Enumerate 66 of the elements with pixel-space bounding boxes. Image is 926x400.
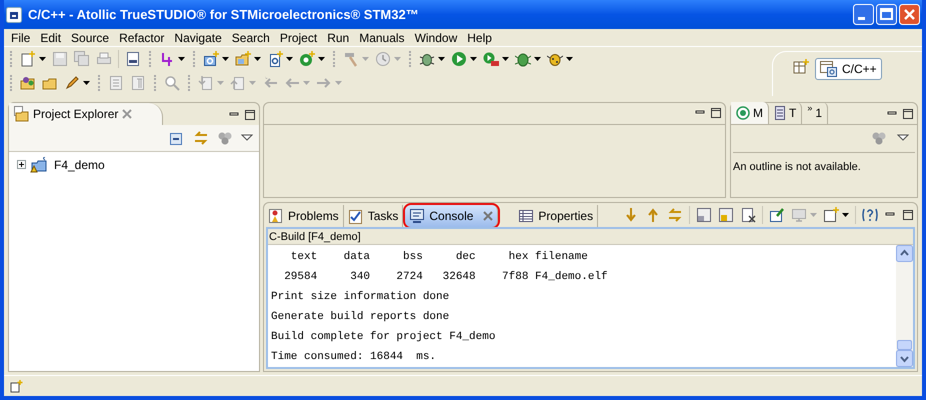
scrollbar-thumb[interactable] bbox=[897, 340, 912, 350]
menu-item[interactable]: Project bbox=[274, 29, 322, 46]
help-icon[interactable] bbox=[862, 206, 878, 223]
caret-icon[interactable] bbox=[842, 212, 849, 217]
caret-icon[interactable] bbox=[286, 57, 293, 62]
view-menu-icon[interactable] bbox=[897, 133, 909, 144]
play-icon[interactable] bbox=[451, 51, 467, 68]
menu-item[interactable]: Source bbox=[66, 29, 114, 46]
caret-icon[interactable] bbox=[254, 57, 261, 62]
bug-icon[interactable] bbox=[515, 51, 531, 68]
caret-icon[interactable] bbox=[534, 57, 541, 62]
menu-item[interactable]: Manuals bbox=[354, 29, 410, 46]
panel-tab[interactable]: Console bbox=[405, 204, 498, 227]
bug-icon[interactable] bbox=[419, 51, 435, 68]
console-output: text data bss dec hex filename 29584 340 2724 32648 7f88 F4_demo.elf Print size information done Generate build reports done Build complete for project F4_demo Time consumed: 16844 ms. bbox=[270, 250, 609, 365]
maximize-icon[interactable] bbox=[244, 108, 256, 121]
close-icon[interactable] bbox=[122, 108, 132, 119]
outline-message: An outline is not available. bbox=[733, 160, 861, 173]
project-explorer-tab[interactable]: Project Explorer bbox=[9, 102, 164, 125]
caret-icon[interactable] bbox=[83, 81, 90, 86]
caret-icon[interactable] bbox=[39, 57, 46, 62]
menu-item[interactable]: Edit bbox=[35, 29, 66, 46]
maximize-icon[interactable] bbox=[710, 107, 722, 120]
outline-tab[interactable]: $^{»}$1 bbox=[802, 102, 828, 124]
minimize-icon[interactable] bbox=[853, 4, 874, 25]
window-title: C/C++ - Atollic TrueSTUDIO® for STMicroelectronics® STM32™ bbox=[28, 6, 420, 24]
scroll-down-icon[interactable] bbox=[896, 350, 913, 367]
monitor-icon bbox=[409, 208, 426, 224]
new-document-icon[interactable] bbox=[20, 51, 36, 68]
link-arrows-icon[interactable] bbox=[193, 130, 209, 146]
caret-icon[interactable] bbox=[178, 57, 185, 62]
menu-item[interactable]: Navigate bbox=[169, 29, 227, 46]
tree-item[interactable]: F4_demo bbox=[54, 156, 105, 174]
folder-icon bbox=[13, 106, 29, 122]
menu-item[interactable]: Run bbox=[322, 29, 354, 46]
caret-icon[interactable] bbox=[566, 57, 573, 62]
outline-tab[interactable]: T bbox=[769, 102, 802, 124]
panel-tab[interactable]: Problems bbox=[264, 204, 344, 227]
clipboard-check-icon bbox=[348, 208, 364, 224]
table-icon bbox=[518, 208, 534, 224]
document-icon bbox=[774, 104, 786, 121]
menu-item[interactable]: Window bbox=[410, 29, 462, 46]
caret-icon[interactable] bbox=[470, 57, 477, 62]
target-icon bbox=[736, 106, 750, 120]
app-icon bbox=[6, 6, 22, 22]
ladybug-icon[interactable] bbox=[547, 51, 563, 68]
menu-item[interactable]: Refactor bbox=[114, 29, 170, 46]
panel-tab[interactable]: Properties bbox=[514, 204, 598, 227]
maximize-icon[interactable] bbox=[902, 108, 914, 120]
menu-item[interactable]: Help bbox=[462, 29, 497, 46]
caret-icon[interactable] bbox=[222, 57, 229, 62]
caret-icon[interactable] bbox=[502, 57, 509, 62]
menu-item[interactable]: Search bbox=[226, 29, 275, 46]
caret-icon[interactable] bbox=[318, 57, 325, 62]
expand-icon[interactable] bbox=[17, 160, 26, 170]
maximize-icon[interactable] bbox=[902, 208, 914, 221]
scrollbar[interactable] bbox=[896, 244, 913, 367]
outline-tab[interactable]: M bbox=[731, 102, 769, 124]
caret-icon[interactable] bbox=[438, 57, 445, 62]
scroll-up-icon[interactable] bbox=[896, 244, 913, 262]
panel-tab[interactable]: Tasks bbox=[344, 204, 404, 227]
perspective-button[interactable]: C/C++ bbox=[815, 58, 882, 80]
pencil-icon[interactable] bbox=[64, 75, 80, 92]
view-menu-icon[interactable] bbox=[241, 132, 253, 143]
menu-item[interactable]: File bbox=[6, 29, 36, 46]
close-icon[interactable] bbox=[483, 210, 494, 221]
